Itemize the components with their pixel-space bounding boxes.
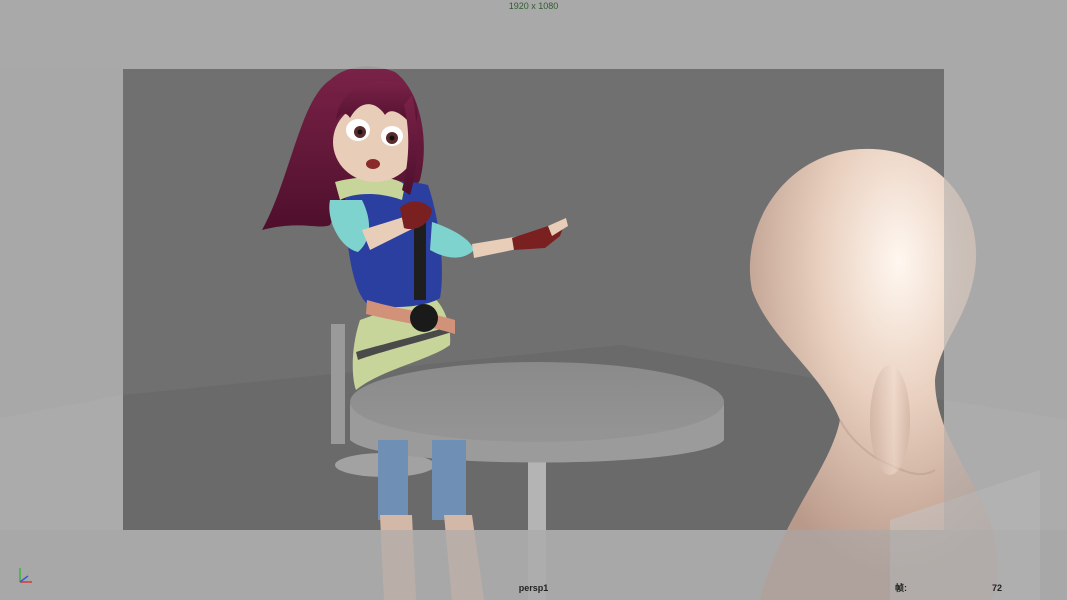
frame-label: 帧: bbox=[895, 583, 907, 593]
3d-viewport[interactable]: 1920 x 1080 persp1 帧: 72 bbox=[0, 0, 1067, 600]
frame-value: 72 bbox=[992, 583, 1003, 593]
resolution-label: 1920 x 1080 bbox=[508, 1, 559, 11]
scene-render[interactable] bbox=[0, 0, 1067, 600]
